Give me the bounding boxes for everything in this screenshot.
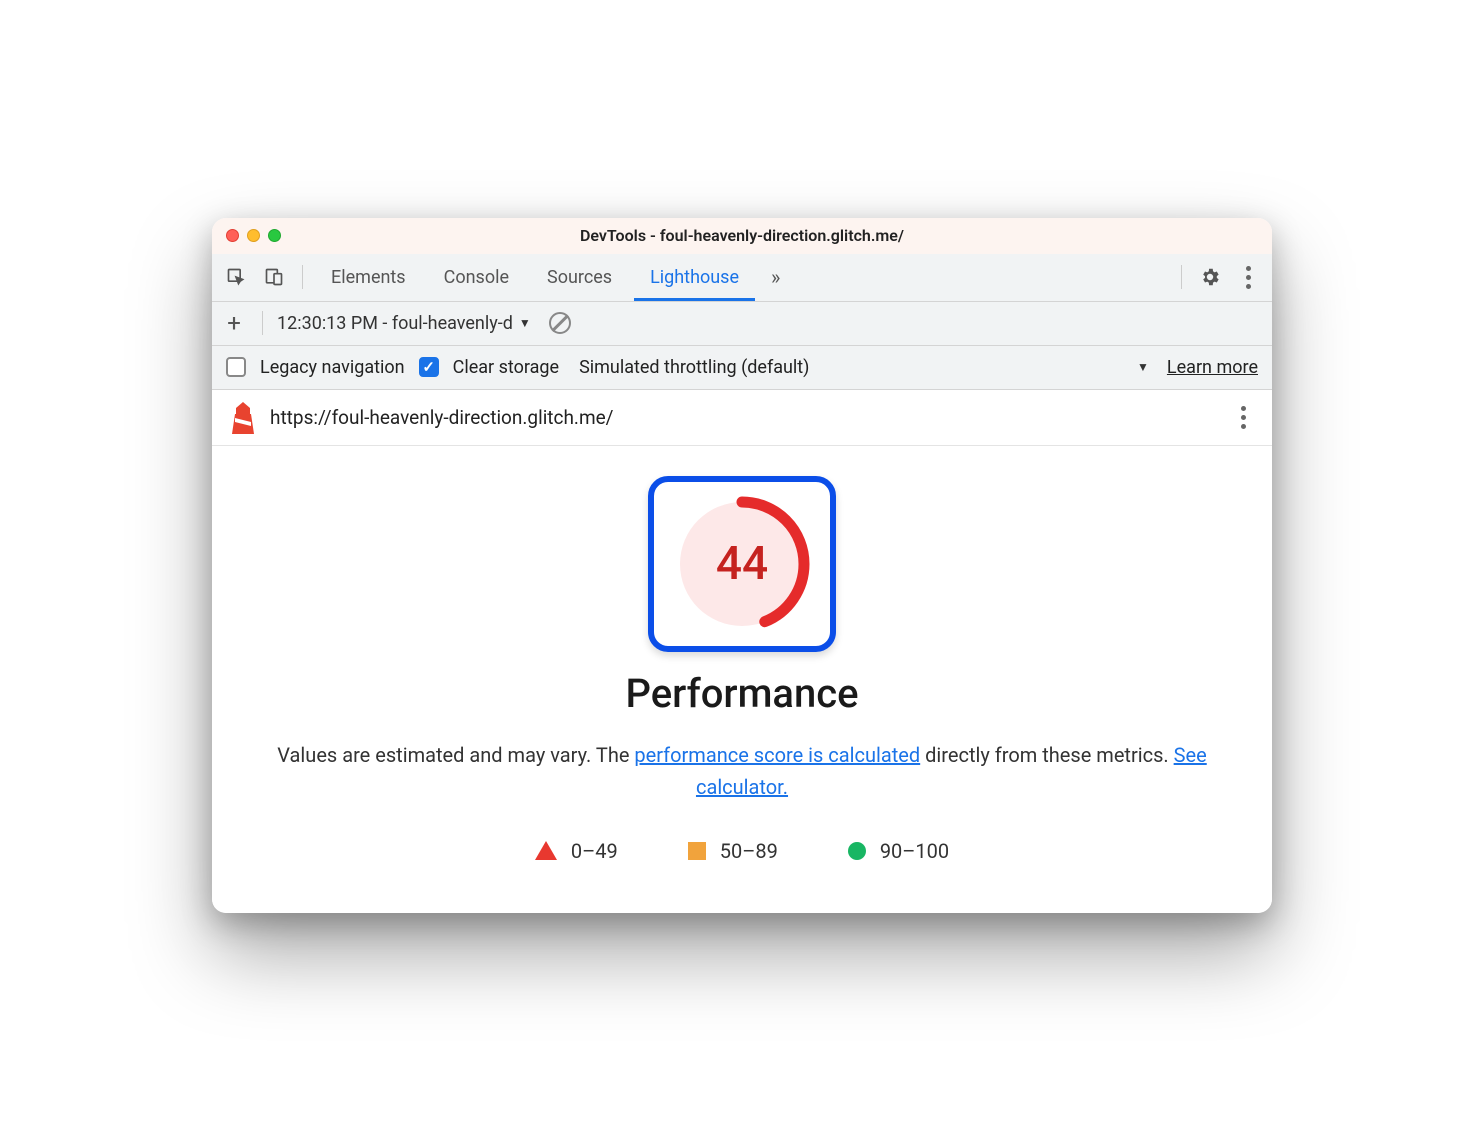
separator (302, 265, 303, 289)
report-menu-icon[interactable] (1233, 398, 1254, 437)
window-title: DevTools - foul-heavenly-direction.glitc… (212, 226, 1272, 245)
clear-storage-checkbox[interactable]: ✓ (419, 357, 439, 377)
desc-text: Values are estimated and may vary. The (277, 743, 634, 767)
performance-description: Values are estimated and may vary. The p… (252, 739, 1232, 803)
kebab-menu-icon[interactable] (1232, 261, 1264, 293)
tab-elements[interactable]: Elements (315, 253, 422, 301)
settings-icon[interactable] (1194, 261, 1226, 293)
circle-icon (848, 842, 866, 860)
legend-average: 50–89 (688, 839, 778, 863)
score-legend: 0–49 50–89 90–100 (252, 839, 1232, 863)
legend-poor-label: 0–49 (571, 839, 618, 863)
square-icon (688, 842, 706, 860)
separator (262, 311, 263, 335)
chevron-down-icon[interactable]: ▼ (1137, 360, 1149, 374)
triangle-icon (535, 841, 557, 860)
throttling-label: Simulated throttling (default) (579, 357, 809, 378)
score-highlight-box: 44 (648, 476, 836, 652)
tab-lighthouse[interactable]: Lighthouse (634, 253, 755, 301)
inspect-icon[interactable] (220, 261, 252, 293)
report-select[interactable]: 12:30:13 PM - foul-heavenly-d ▼ (277, 313, 531, 334)
report-url: https://foul-heavenly-direction.glitch.m… (270, 406, 614, 429)
lighthouse-icon (230, 402, 256, 432)
lighthouse-options: Legacy navigation ✓ Clear storage Simula… (212, 346, 1272, 390)
tab-sources[interactable]: Sources (531, 253, 628, 301)
more-tabs-icon[interactable]: » (761, 265, 790, 289)
throttling-select[interactable]: Simulated throttling (default) (579, 357, 809, 378)
separator (1181, 265, 1182, 289)
titlebar: DevTools - foul-heavenly-direction.glitc… (212, 218, 1272, 254)
performance-score: 44 (672, 494, 812, 634)
main-tabs: Elements Console Sources Lighthouse » (212, 254, 1272, 302)
device-toggle-icon[interactable] (258, 261, 290, 293)
chevron-down-icon: ▼ (519, 316, 531, 330)
legacy-navigation-checkbox[interactable] (226, 357, 246, 377)
desc-text: directly from these metrics. (920, 743, 1173, 767)
lighthouse-toolbar: + 12:30:13 PM - foul-heavenly-d ▼ (212, 302, 1272, 346)
legend-good-label: 90–100 (880, 839, 949, 863)
clear-storage-label: Clear storage (453, 357, 559, 378)
legacy-navigation-label: Legacy navigation (260, 357, 405, 378)
score-calc-link[interactable]: performance score is calculated (634, 743, 920, 767)
learn-more-link[interactable]: Learn more (1167, 357, 1258, 378)
devtools-window: DevTools - foul-heavenly-direction.glitc… (212, 218, 1272, 913)
tab-console[interactable]: Console (428, 253, 525, 301)
legend-poor: 0–49 (535, 839, 618, 863)
lighthouse-report: 44 Performance Values are estimated and … (212, 446, 1272, 913)
clear-icon[interactable] (539, 312, 571, 334)
legend-avg-label: 50–89 (720, 839, 778, 863)
new-report-button[interactable]: + (220, 309, 248, 337)
legend-good: 90–100 (848, 839, 949, 863)
report-url-bar: https://foul-heavenly-direction.glitch.m… (212, 390, 1272, 446)
report-select-label: 12:30:13 PM - foul-heavenly-d (277, 313, 513, 334)
performance-title: Performance (252, 670, 1232, 717)
performance-gauge[interactable]: 44 (672, 494, 812, 634)
